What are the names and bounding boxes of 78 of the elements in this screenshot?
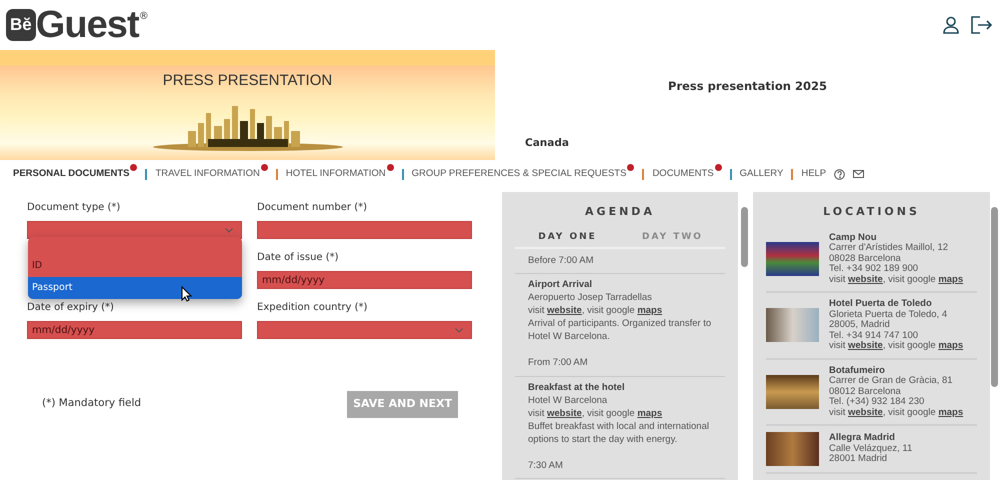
link-line: visit website, visit google maps: [829, 408, 964, 418]
address-line: Glorieta Puerta de Toledo, 4: [829, 310, 948, 320]
maps-link[interactable]: maps: [938, 406, 964, 418]
address-line: Carrer d'Arístides Maillol, 12: [829, 243, 950, 254]
event-description: Arrival of participants. Organized transfer to Hotel W Barcelona.: [528, 317, 712, 344]
maps-link[interactable]: maps: [938, 274, 964, 284]
field-label: Date of expiry (*): [27, 301, 115, 315]
event-title: Press presentation 2025: [667, 78, 828, 95]
time-label: Before 7:00 AM: [515, 249, 725, 274]
banner-title: PRESS PRESENTATION: [162, 71, 332, 91]
website-link[interactable]: website: [547, 408, 582, 418]
address-line: Tel. +34 914 747 100: [829, 330, 920, 341]
dropdown-option[interactable]: ID: [28, 255, 242, 277]
location-name: Allegra Madrid: [829, 433, 896, 444]
website-link[interactable]: website: [848, 274, 883, 284]
select-field[interactable]: [257, 321, 472, 339]
location-name: Botafumeiro: [829, 366, 886, 376]
nav-tab[interactable]: HELP: [801, 166, 826, 182]
maps-link[interactable]: maps: [938, 340, 964, 351]
address-line: Tel. +34 902 189 900: [829, 264, 920, 274]
address-line: 28001 Madrid: [829, 454, 888, 465]
mail-icon[interactable]: [853, 170, 864, 178]
time-label: From 7:00 AM: [515, 351, 725, 376]
address-line: Calle Velázquez, 11: [829, 444, 912, 454]
location-name: Camp Nou: [829, 232, 878, 243]
day-tab[interactable]: DAY ONE: [515, 230, 620, 244]
field-label: Document type (*): [27, 201, 122, 215]
date-field[interactable]: mm/dd/yyyy: [27, 321, 242, 339]
nav-tab[interactable]: DOCUMENTS: [652, 166, 714, 182]
location-name: Hotel Puerta de Toledo: [829, 299, 933, 310]
photo-placeholder: [766, 374, 819, 409]
locations-title: LOCATIONS: [822, 204, 921, 220]
logo-mark: Bĕ: [6, 9, 36, 41]
link-line: visit website, visit google maps: [528, 304, 664, 318]
address-line: 28005, Madrid: [829, 320, 891, 330]
venue-name: Hotel W Barcelona: [528, 394, 608, 406]
field-label: Document number (*): [257, 201, 368, 215]
nav-tab[interactable]: GALLERY: [740, 166, 784, 182]
website-link[interactable]: website: [547, 305, 582, 316]
nav-tab[interactable]: GROUP PREFERENCES & SPECIAL REQUESTS: [412, 166, 626, 182]
logo-text: Guest: [36, 5, 139, 45]
venue-name: Aeropuerto Josep Tarradellas: [528, 291, 653, 304]
field-label: Expedition country (*): [257, 301, 368, 315]
photo-placeholder: [766, 432, 819, 466]
mouse-cursor-icon: [181, 286, 192, 302]
photo-placeholder: [766, 308, 819, 342]
nav-tab[interactable]: HOTEL INFORMATION: [286, 166, 386, 182]
date-field[interactable]: mm/dd/yyyy: [257, 271, 472, 289]
nav-tab[interactable]: TRAVEL INFORMATION: [155, 166, 260, 182]
address-line: 08028 Barcelona: [829, 254, 902, 264]
field-label: Date of issue (*): [257, 251, 340, 265]
nav-tab[interactable]: PERSONAL DOCUMENTS: [13, 166, 130, 182]
photo-placeholder: [766, 242, 819, 276]
website-link[interactable]: website: [848, 340, 883, 351]
maps-link[interactable]: maps: [637, 305, 662, 316]
address-line: Carrer de Gran de Gràcia, 81: [829, 376, 954, 386]
logout-icon[interactable]: [970, 15, 992, 35]
website-link[interactable]: website: [848, 406, 883, 418]
event-name: Airport Arrival: [528, 278, 594, 292]
link-line: visit website, visit google maps: [528, 406, 664, 420]
event-name: Breakfast at the hotel: [528, 380, 626, 394]
mandatory-note: (*) Mandatory field: [42, 396, 142, 412]
input-field[interactable]: [257, 221, 472, 239]
user-icon[interactable]: [942, 16, 960, 34]
link-line: visit website, visit google maps: [829, 274, 964, 285]
help-icon[interactable]: [834, 168, 846, 180]
link-line: visit website, visit google maps: [829, 341, 964, 352]
dropdown-option[interactable]: Passport: [28, 277, 242, 299]
time-label: 7:30 AM: [515, 454, 725, 479]
country-label: Canada: [525, 136, 569, 151]
agenda-title: AGENDA: [584, 204, 656, 220]
chevron-down-icon: [455, 328, 463, 332]
address-line: Tel. (+34) 932 184 230: [829, 397, 926, 408]
maps-link[interactable]: maps: [637, 408, 662, 418]
event-description: Buffet breakfast with local and international options to start the day with energy.: [528, 420, 710, 446]
registered-mark: ®: [138, 11, 149, 22]
address-line: 08012 Barcelona: [829, 386, 902, 397]
chevron-down-icon: [225, 228, 233, 232]
